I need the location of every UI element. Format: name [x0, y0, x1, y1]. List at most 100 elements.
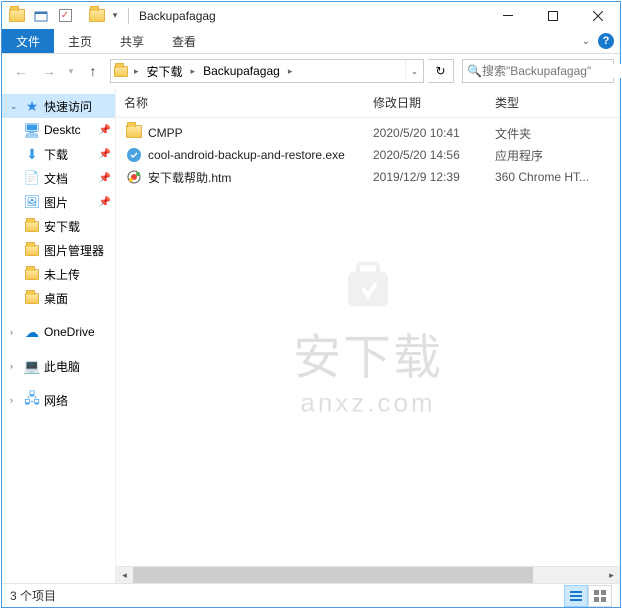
separator — [128, 8, 129, 24]
tab-home[interactable]: 主页 — [54, 29, 106, 53]
file-name: 安下载帮助.htm — [148, 169, 231, 186]
expand-icon[interactable]: › — [10, 395, 20, 405]
folder-title-icon — [86, 5, 108, 27]
status-bar: 3 个项目 — [2, 583, 620, 607]
details-view-button[interactable] — [564, 585, 588, 607]
address-bar[interactable]: ▸ 安下载 ▸ Backupafagag ▸ ⌄ — [110, 59, 424, 83]
horizontal-scrollbar[interactable]: ◂ ▸ — [116, 566, 620, 583]
network-icon: 🖧 — [24, 392, 40, 408]
window-controls — [485, 2, 620, 29]
chevron-right-icon[interactable]: ▸ — [285, 66, 296, 77]
nav-item-folder[interactable]: 桌面 — [2, 286, 115, 310]
nav-network[interactable]: › 🖧 网络 — [2, 388, 115, 412]
file-row[interactable]: cool-android-backup-and-restore.exe 2020… — [116, 144, 620, 166]
search-input[interactable] — [482, 64, 622, 78]
file-row[interactable]: CMPP 2020/5/20 10:41 文件夹 — [116, 122, 620, 144]
nav-item-folder[interactable]: 未上传 — [2, 262, 115, 286]
help-icon[interactable]: ? — [598, 33, 614, 49]
file-type: 文件夹 — [487, 125, 620, 142]
nav-item-desktop[interactable]: 🖥 Desktc 📌 — [2, 118, 115, 142]
up-button[interactable]: ↑ — [80, 58, 106, 84]
nav-item-downloads[interactable]: ⬇ 下载 📌 — [2, 142, 115, 166]
nav-onedrive[interactable]: › ☁ OneDrive — [2, 320, 115, 344]
breadcrumb-segment[interactable]: 安下载 — [142, 60, 188, 82]
titlebar: ✓ ▾ Backupafagag — [2, 2, 620, 29]
column-date[interactable]: 修改日期 — [365, 94, 487, 111]
search-box[interactable]: 🔍 — [462, 59, 614, 83]
folder-icon — [24, 290, 40, 306]
forward-button[interactable]: → — [36, 58, 62, 84]
back-button[interactable]: ← — [8, 58, 34, 84]
file-date: 2019/12/9 12:39 — [365, 170, 487, 184]
scroll-right-button[interactable]: ▸ — [603, 567, 620, 584]
nav-item-folder[interactable]: 安下载 — [2, 214, 115, 238]
nav-item-folder[interactable]: 图片管理器 — [2, 238, 115, 262]
qat-checkbox-icon[interactable]: ✓ — [54, 5, 76, 27]
pin-icon: 📌 — [99, 125, 111, 136]
scroll-track[interactable] — [133, 567, 603, 583]
file-name: cool-android-backup-and-restore.exe — [148, 148, 345, 162]
file-name: CMPP — [148, 126, 183, 140]
star-icon: ★ — [24, 98, 40, 114]
quick-access-toolbar: ✓ ▾ — [2, 5, 124, 27]
refresh-button[interactable]: ↻ — [428, 59, 454, 83]
file-row[interactable]: 安下载帮助.htm 2019/12/9 12:39 360 Chrome HT.… — [116, 166, 620, 188]
nav-item-pictures[interactable]: 🖼 图片 📌 — [2, 190, 115, 214]
file-list[interactable]: CMPP 2020/5/20 10:41 文件夹 cool-android-ba… — [116, 118, 620, 566]
column-type[interactable]: 类型 — [487, 94, 620, 111]
history-dropdown-icon[interactable]: ▾ — [64, 58, 78, 84]
window-title: Backupafagag — [133, 9, 485, 23]
pin-icon: 📌 — [99, 197, 111, 208]
breadcrumb-segment[interactable]: Backupafagag — [198, 60, 285, 82]
expand-ribbon-icon[interactable]: ⌄ — [582, 36, 590, 47]
collapse-icon[interactable]: ⌄ — [10, 101, 20, 112]
expand-icon[interactable]: › — [10, 361, 20, 371]
close-button[interactable] — [575, 2, 620, 29]
file-type: 应用程序 — [487, 147, 620, 164]
content-area: ⌄ ★ 快速访问 🖥 Desktc 📌 ⬇ 下载 📌 📄 文档 — [2, 88, 620, 583]
qat-dropdown-icon[interactable]: ▾ — [110, 5, 120, 27]
chevron-right-icon[interactable]: ▸ — [188, 66, 199, 77]
navigation-pane: ⌄ ★ 快速访问 🖥 Desktc 📌 ⬇ 下载 📌 📄 文档 — [2, 88, 116, 583]
scroll-left-button[interactable]: ◂ — [116, 567, 133, 584]
cloud-icon: ☁ — [24, 324, 40, 340]
ribbon-tabs: 文件 主页 共享 查看 ⌄ ? — [2, 29, 620, 54]
scroll-thumb[interactable] — [133, 567, 533, 583]
folder-icon — [24, 242, 40, 258]
tab-share[interactable]: 共享 — [106, 29, 158, 53]
file-date: 2020/5/20 10:41 — [365, 126, 487, 140]
pictures-icon: 🖼 — [24, 194, 40, 210]
nav-thispc[interactable]: › 💻 此电脑 — [2, 354, 115, 378]
pin-icon: 📌 — [99, 173, 111, 184]
navigation-bar: ← → ▾ ↑ ▸ 安下载 ▸ Backupafagag ▸ ⌄ ↻ 🔍 — [2, 54, 620, 88]
column-headers: 名称 修改日期 类型 — [116, 88, 620, 118]
qat-properties-icon[interactable] — [30, 5, 52, 27]
folder-icon — [24, 266, 40, 282]
folder-icon — [6, 5, 28, 27]
exe-icon — [126, 147, 142, 163]
file-pane: 名称 修改日期 类型 CMPP 2020/5/20 10:41 文件夹 — [116, 88, 620, 583]
html-icon — [126, 169, 142, 185]
folder-icon — [24, 218, 40, 234]
folder-icon — [126, 125, 142, 141]
document-icon: 📄 — [24, 170, 40, 186]
download-icon: ⬇ — [24, 146, 40, 162]
search-icon: 🔍 — [467, 64, 482, 78]
nav-quick-access[interactable]: ⌄ ★ 快速访问 — [2, 94, 115, 118]
explorer-window: ✓ ▾ Backupafagag 文件 主页 共享 查看 ⌄ ? ← → ▾ ↑ — [1, 1, 621, 608]
tab-file[interactable]: 文件 — [2, 29, 54, 53]
expand-icon[interactable]: › — [10, 327, 20, 337]
maximize-button[interactable] — [530, 2, 575, 29]
column-name[interactable]: 名称 — [116, 94, 365, 111]
qat-divider — [78, 5, 84, 27]
tab-view[interactable]: 查看 — [158, 29, 210, 53]
icons-view-button[interactable] — [588, 585, 612, 607]
file-date: 2020/5/20 14:56 — [365, 148, 487, 162]
desktop-icon: 🖥 — [24, 122, 40, 138]
chevron-right-icon[interactable]: ▸ — [131, 66, 142, 77]
item-count: 3 个项目 — [10, 587, 56, 604]
minimize-button[interactable] — [485, 2, 530, 29]
address-dropdown-icon[interactable]: ⌄ — [405, 60, 423, 82]
nav-item-documents[interactable]: 📄 文档 📌 — [2, 166, 115, 190]
address-folder-icon[interactable] — [111, 60, 131, 82]
